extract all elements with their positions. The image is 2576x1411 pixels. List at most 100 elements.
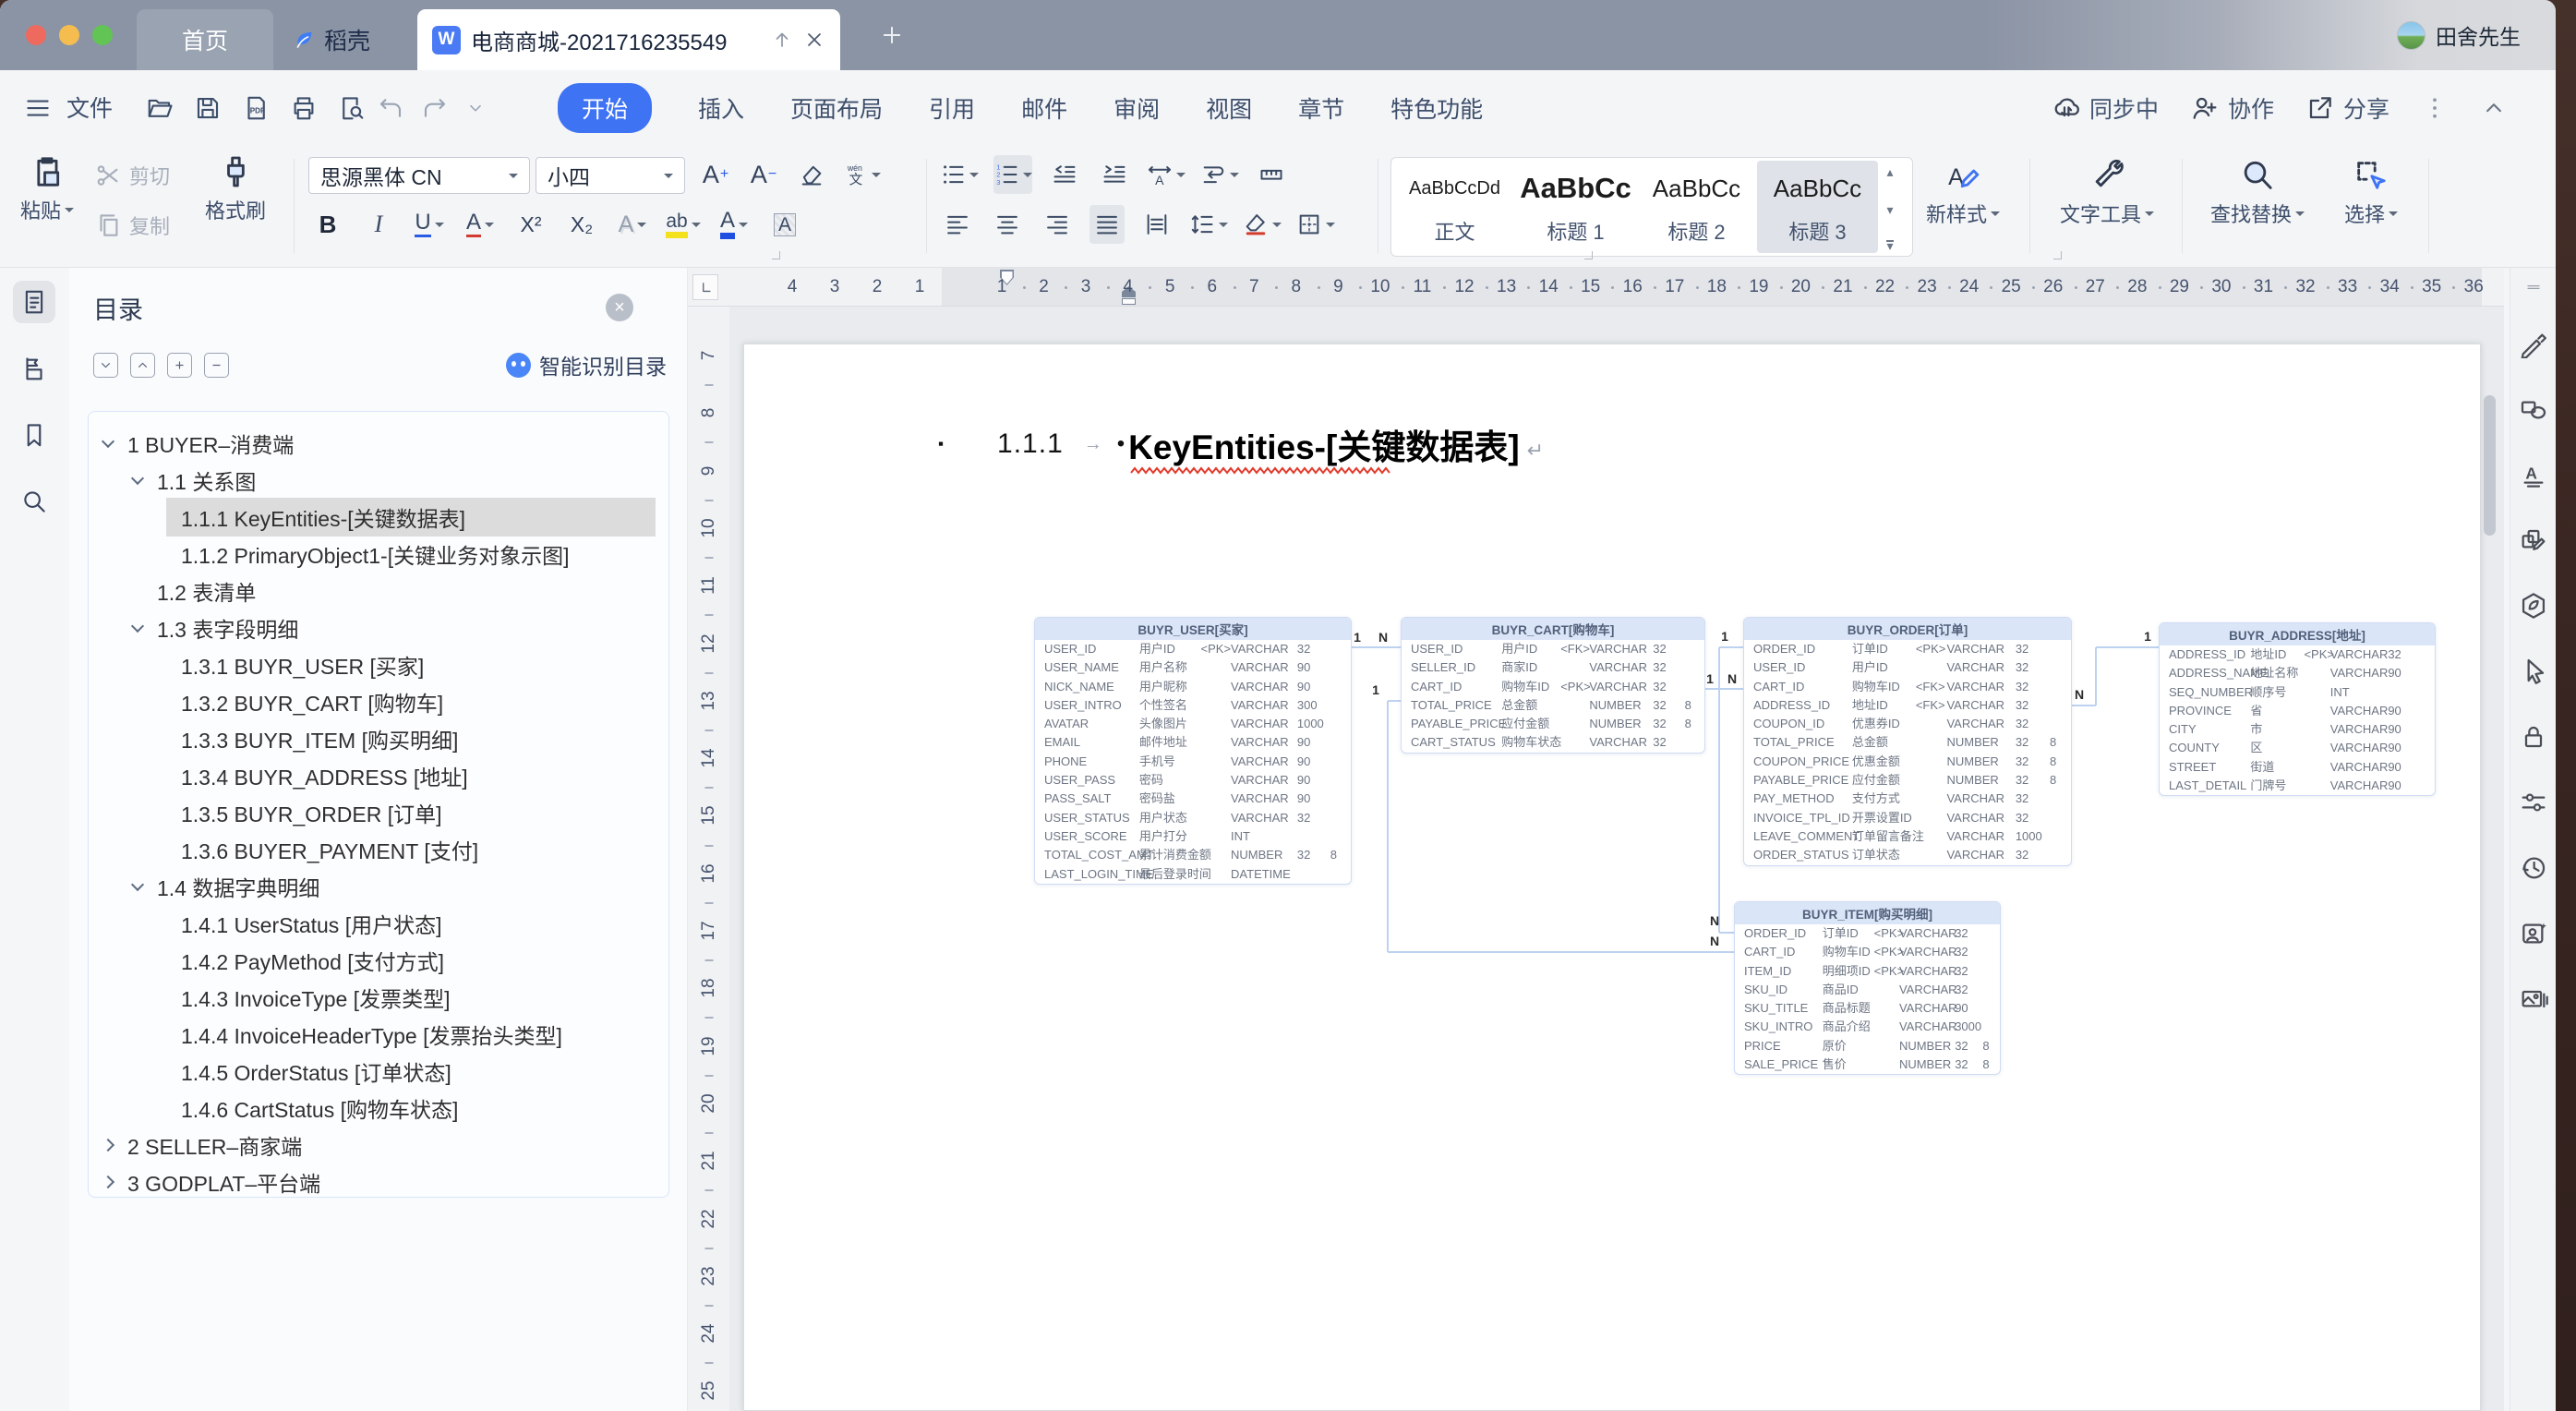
format-painter-button[interactable]: 格式刷 — [194, 153, 277, 224]
paste-button[interactable]: 粘贴 — [15, 153, 79, 224]
document-canvas[interactable] — [729, 307, 2504, 1411]
decrease-font-button[interactable]: A − — [746, 155, 781, 194]
toc-item-13[interactable]: 1.4.1 UserStatus [用户状态] — [89, 905, 668, 942]
tab-ruler-button[interactable] — [1254, 155, 1289, 194]
settings-sliders-icon[interactable] — [2519, 788, 2548, 817]
align-right-button[interactable] — [1040, 205, 1075, 244]
collaborate-button[interactable]: 协作 — [2190, 91, 2274, 125]
expand-all-button[interactable] — [93, 352, 118, 378]
collapse-ribbon-button[interactable] — [2480, 94, 2508, 122]
toc-item-18[interactable]: 1.4.6 CartStatus [购物车状态] — [89, 1090, 668, 1127]
history-version-icon[interactable] — [2519, 853, 2548, 883]
account-area[interactable]: 田舍先生 — [2397, 0, 2521, 70]
toc-item-11[interactable]: 1.3.6 BUYER_PAYMENT [支付] — [89, 831, 668, 868]
highlight-button[interactable]: ab — [666, 205, 701, 244]
toc-item-3[interactable]: 1.1.2 PrimaryObject1-[关键业务对象示图] — [89, 536, 668, 573]
toc-item-4[interactable]: 1.2 表清单 — [89, 573, 668, 609]
bullet-list-button[interactable] — [940, 155, 979, 194]
sync-status[interactable]: 同步中 — [2052, 91, 2159, 125]
style-card-3[interactable]: AaBbCc 标题 3 — [1757, 161, 1878, 253]
toc-item-16[interactable]: 1.4.4 InvoiceHeaderType [发票抬头类型] — [89, 1016, 668, 1053]
new-tab-button[interactable] — [879, 22, 905, 48]
distribute-button[interactable] — [1139, 205, 1174, 244]
toc-item-9[interactable]: 1.3.4 BUYR_ADDRESS [地址] — [89, 757, 668, 794]
text-effect-button[interactable]: A — [615, 205, 650, 244]
menu-tab-5[interactable]: 审阅 — [1113, 91, 1160, 125]
vertical-ruler[interactable]: 7 8 9 10 11 12 13 14 15 16 17 18 19 20 21 22 23 24 25 — [688, 307, 729, 1411]
toc-item-20[interactable]: 3 GODPLAT–平台端 — [89, 1164, 668, 1197]
font-color-button[interactable]: A — [716, 205, 752, 244]
increase-font-button[interactable]: A + — [698, 155, 733, 194]
style-card-1[interactable]: AaBbCc 标题 1 — [1515, 161, 1636, 253]
toc-item-0[interactable]: 1 BUYER–消费端 — [89, 425, 668, 462]
open-folder-icon[interactable] — [146, 94, 174, 122]
docer-resource-icon[interactable] — [2519, 591, 2548, 621]
toc-item-7[interactable]: 1.3.2 BUYR_CART [购物车] — [89, 683, 668, 720]
toc-item-14[interactable]: 1.4.2 PayMethod [支付方式] — [89, 942, 668, 979]
bold-button[interactable]: B — [310, 205, 345, 244]
style-card-0[interactable]: AaBbCcDd 正文 — [1394, 161, 1515, 253]
style-gallery-arrows[interactable]: ▴ ▾ ▾ — [1878, 161, 1902, 253]
tab-docer[interactable]: 稻壳 — [284, 9, 379, 70]
border-button[interactable] — [1296, 205, 1335, 244]
toc-item-17[interactable]: 1.4.5 OrderStatus [订单状态] — [89, 1053, 668, 1090]
copy-button[interactable]: 复制 — [94, 211, 170, 240]
horizontal-ruler[interactable]: 4 3 2 1 1 2 3 4 5 6 7 8 9 10 11 12 13 14 15 16 17 18 19 20 21 22 2… — [688, 268, 2504, 307]
subscript-button[interactable]: X₂ — [564, 205, 599, 244]
decrease-indent-button[interactable] — [1047, 155, 1082, 194]
export-pdf-icon[interactable]: PDF — [242, 94, 270, 122]
scrollbar-thumb[interactable] — [2484, 395, 2496, 536]
zoom-window-button[interactable] — [92, 25, 113, 45]
toc-item-5[interactable]: 1.3 表字段明细 — [89, 609, 668, 646]
close-tab-icon[interactable] — [803, 29, 825, 51]
clear-format-button[interactable] — [794, 155, 829, 194]
menu-tab-0[interactable]: 开始 — [558, 83, 653, 133]
align-center-button[interactable] — [990, 205, 1025, 244]
vertical-scrollbar[interactable] — [2484, 314, 2496, 1405]
numbered-list-button[interactable]: 123 — [993, 155, 1032, 194]
toc-item-2[interactable]: 1.1.1 KeyEntities-[关键数据表] — [89, 498, 668, 537]
print-icon[interactable] — [290, 94, 318, 122]
bookmark-panel-button[interactable] — [13, 414, 55, 456]
more-options-icon[interactable] — [2421, 94, 2449, 122]
toc-item-10[interactable]: 1.3.5 BUYR_ORDER [订单] — [89, 794, 668, 831]
collapse-node-button[interactable] — [204, 352, 229, 378]
underline-button[interactable]: U — [412, 205, 447, 244]
minimize-window-button[interactable] — [59, 25, 79, 45]
style-card-2[interactable]: AaBbCc 标题 2 — [1636, 161, 1757, 253]
file-menu[interactable]: 文件 — [66, 90, 113, 124]
more-actions-icon[interactable] — [465, 94, 486, 122]
select-button[interactable]: 选择 — [2325, 157, 2417, 228]
batch-edit-icon[interactable] — [2519, 525, 2548, 555]
left-indent-marker[interactable] — [1122, 298, 1136, 305]
superscript-button[interactable]: X² — [513, 205, 548, 244]
menu-tab-8[interactable]: 特色功能 — [1390, 91, 1483, 125]
italic-button[interactable]: I — [361, 205, 396, 244]
toc-item-6[interactable]: 1.3.1 BUYR_USER [买家] — [89, 646, 668, 683]
char-shading-button[interactable]: A — [767, 205, 802, 244]
char-scale-button[interactable]: A — [1147, 155, 1186, 194]
print-preview-icon[interactable] — [338, 94, 366, 122]
hamburger-menu-button[interactable] — [24, 94, 52, 122]
new-style-button[interactable]: A 新样式 — [1908, 157, 2018, 228]
wrap-break-button[interactable] — [1200, 155, 1239, 194]
font-name-select[interactable]: 思源黑体 CN — [308, 157, 530, 194]
menu-tab-3[interactable]: 引用 — [929, 91, 975, 125]
justify-button[interactable] — [1089, 205, 1125, 244]
font-size-select[interactable]: 小四 — [536, 157, 685, 194]
draw-pen-icon[interactable] — [2519, 329, 2548, 359]
image-gallery-icon[interactable] — [2519, 984, 2548, 1014]
tab-home[interactable]: 首页 — [137, 9, 273, 70]
collapse-all-button[interactable] — [130, 352, 155, 378]
menu-tab-6[interactable]: 视图 — [1206, 91, 1252, 125]
document-page[interactable] — [743, 344, 2481, 1411]
select-cursor-icon[interactable] — [2519, 657, 2548, 686]
wordart-icon[interactable]: A — [2519, 460, 2548, 489]
text-tool-button[interactable]: 文字工具 — [2052, 157, 2162, 228]
rail-drag-handle[interactable] — [2520, 279, 2547, 295]
strikethrough-button[interactable]: A — [463, 205, 498, 244]
id-photo-icon[interactable] — [2519, 919, 2548, 948]
toc-item-1[interactable]: 1.1 关系图 — [89, 462, 668, 499]
undo-button[interactable] — [377, 94, 404, 122]
expand-node-button[interactable] — [167, 352, 192, 378]
